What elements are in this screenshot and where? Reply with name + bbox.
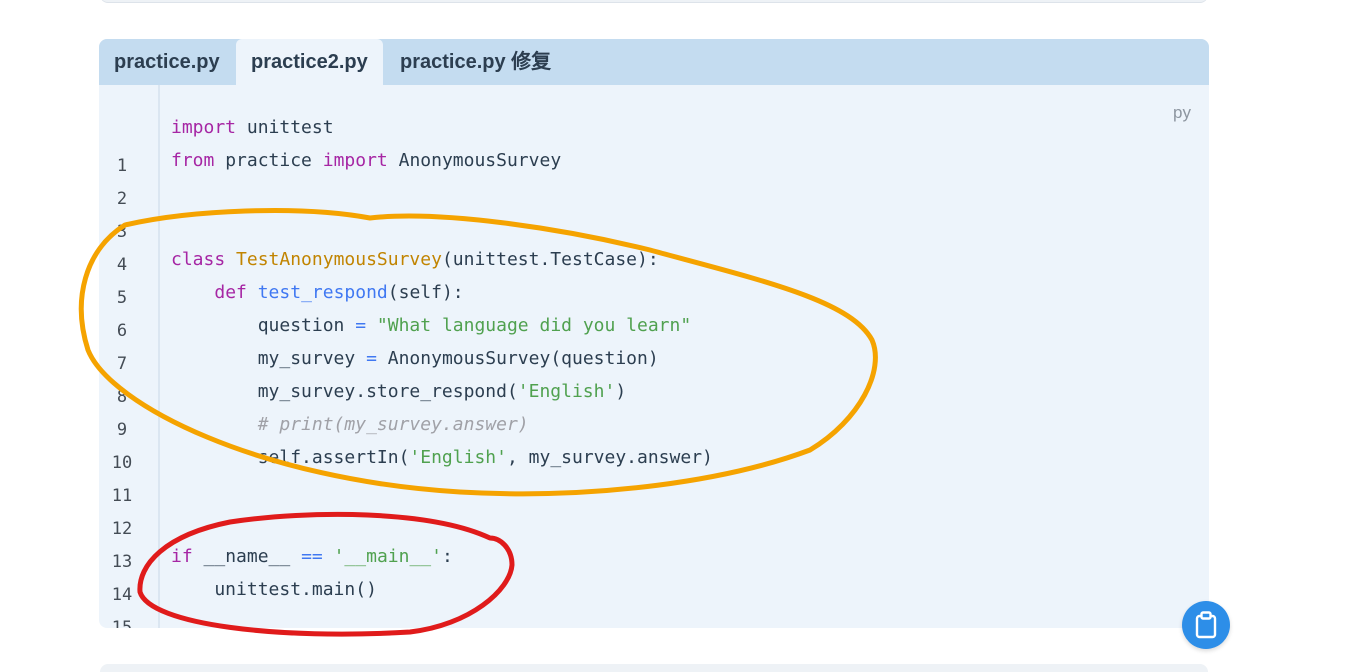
line-number: 6 <box>116 321 128 341</box>
code-line-10: # print(my_survey.answer) <box>171 408 529 441</box>
code-text: AnonymousSurvey <box>387 150 562 171</box>
code-line-15: unittest.main() <box>171 573 377 606</box>
code-line-11: self.assertIn('English', my_survey.answe… <box>171 441 713 474</box>
tab-practice-py-fix[interactable]: practice.py 修复 <box>385 39 566 85</box>
comment: # print(my_survey.answer) <box>257 414 529 435</box>
code-tab-bar: practice.py practice2.py practice.py 修复 <box>99 39 1209 85</box>
line-number: 14 <box>111 585 133 605</box>
code-text: ) <box>615 381 627 402</box>
line-number: 8 <box>116 387 128 407</box>
keyword: def <box>214 282 247 303</box>
code-text: my_survey <box>171 348 367 369</box>
line-number: 15 <box>111 618 133 628</box>
code-text: (unittest.TestCase): <box>441 249 659 270</box>
page: practice.py practice2.py practice.py 修复 … <box>0 0 1371 672</box>
code-text: practice <box>214 150 323 171</box>
line-number: 12 <box>111 519 133 539</box>
code-line-7: question = "What language did you learn" <box>171 309 692 342</box>
code-body: import unittest from practice import Ano… <box>171 39 713 600</box>
code-text: self.assertIn( <box>171 447 410 468</box>
code-text: (self): <box>387 282 464 303</box>
language-label: py <box>1173 103 1191 122</box>
line-number: 11 <box>111 486 133 506</box>
line-number: 3 <box>116 222 128 242</box>
previous-content-block <box>100 0 1208 2</box>
code-text: AnonymousSurvey(question) <box>376 348 659 369</box>
code-line-1: import unittest <box>171 111 334 144</box>
copy-code-button[interactable] <box>1182 601 1230 649</box>
tab-practice2-py[interactable]: practice2.py <box>236 39 383 85</box>
line-number: 1 <box>116 156 128 176</box>
string-literal: "What language did you learn" <box>376 315 692 336</box>
line-number: 5 <box>116 288 128 308</box>
code-line-6: def test_respond(self): <box>171 276 464 309</box>
code-line-9: my_survey.store_respond('English') <box>171 375 626 408</box>
string-literal: 'English' <box>517 381 616 402</box>
operator: = <box>355 315 367 336</box>
keyword: import <box>171 117 237 138</box>
line-number: 13 <box>111 552 133 572</box>
code-group: practice.py practice2.py practice.py 修复 … <box>99 39 1209 628</box>
code-line-2: from practice import AnonymousSurvey <box>171 144 561 177</box>
code-line-5: class TestAnonymousSurvey(unittest.TestC… <box>171 243 659 276</box>
code-text: my_survey.store_respond( <box>171 381 518 402</box>
keyword: import <box>322 150 388 171</box>
operator: = <box>366 348 377 369</box>
string-literal: 'English' <box>409 447 507 468</box>
code-line-8: my_survey = AnonymousSurvey(question) <box>171 342 659 375</box>
code-line-14: if __name__ == '__main__': <box>171 540 453 573</box>
line-number-gutter: 1 2 3 4 5 6 7 8 9 10 11 12 13 14 15 <box>99 85 160 628</box>
string-literal: '__main__' <box>333 546 442 567</box>
next-content-block <box>100 664 1208 672</box>
keyword: from <box>171 150 215 171</box>
code-text: , my_survey.answer) <box>506 447 713 468</box>
line-number: 9 <box>116 420 128 440</box>
class-name: TestAnonymousSurvey <box>236 249 442 270</box>
line-number: 7 <box>116 354 128 374</box>
function-name: test_respond <box>257 282 388 303</box>
keyword: if <box>171 546 193 567</box>
code-text: unittest.main() <box>171 579 377 600</box>
line-number: 2 <box>116 189 128 209</box>
operator: == <box>301 546 323 567</box>
clipboard-icon <box>1195 611 1217 639</box>
code-text: unittest <box>236 117 334 138</box>
code-text: question <box>171 315 356 336</box>
line-number: 10 <box>111 453 133 473</box>
line-number: 4 <box>116 255 128 275</box>
keyword: class <box>171 249 226 270</box>
code-text: __name__ <box>192 546 302 567</box>
code-text: : <box>441 546 453 567</box>
